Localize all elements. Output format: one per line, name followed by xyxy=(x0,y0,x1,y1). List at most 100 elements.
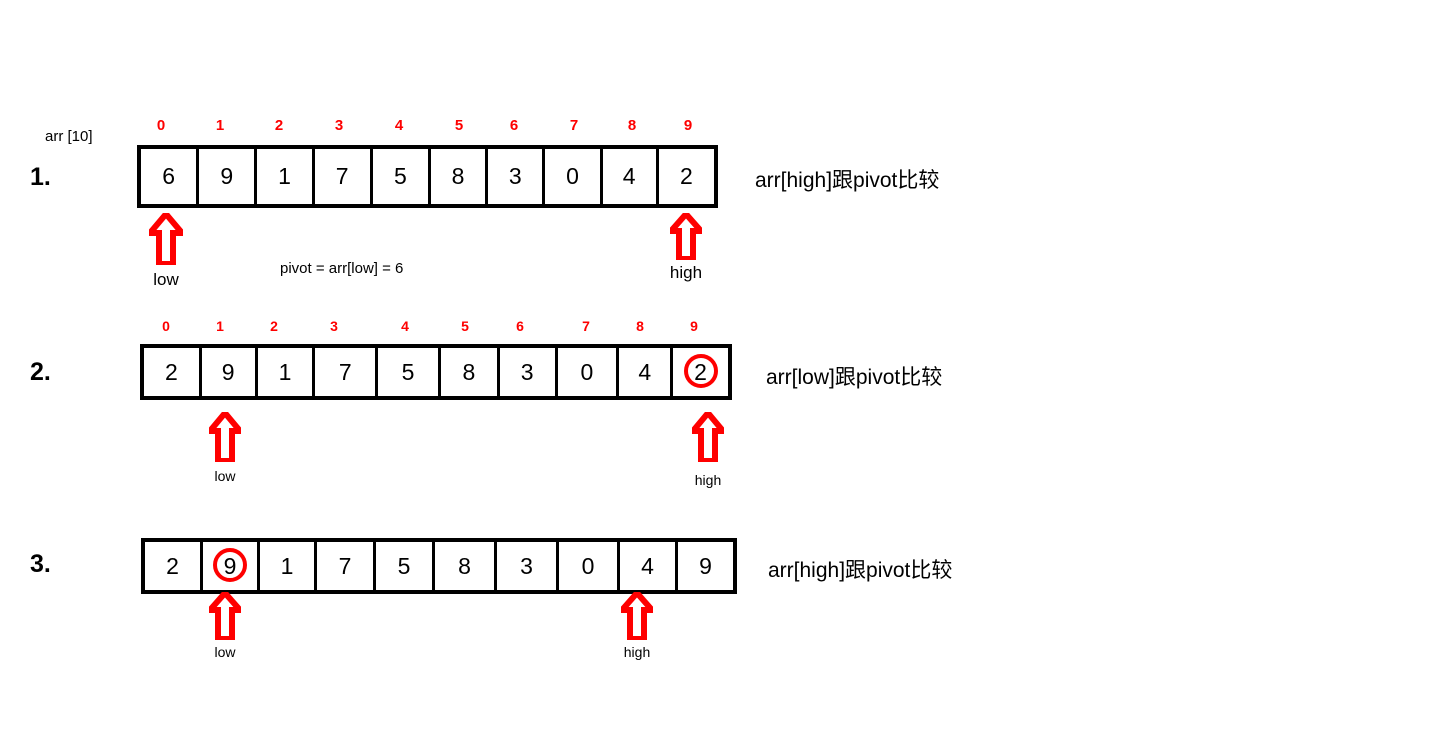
step-1-high-label: high xyxy=(669,263,703,282)
step-1-caption: arr[high]跟pivot比较 xyxy=(755,169,940,192)
array-cell: 9 xyxy=(202,348,258,396)
array-cell: 9 xyxy=(199,149,258,204)
array-declaration-label: arr [10] xyxy=(45,128,93,145)
cell-value: 2 xyxy=(679,163,693,189)
array-cell: 0 xyxy=(545,149,603,204)
index-label-6: 6 xyxy=(516,318,524,334)
index-label-4: 4 xyxy=(394,117,404,134)
cell-value: 8 xyxy=(451,163,465,189)
step-2-low-arrow xyxy=(209,412,241,462)
array-cell: 0 xyxy=(558,348,620,396)
cell-value: 5 xyxy=(401,358,415,385)
array-cell: 8 xyxy=(435,542,497,590)
index-label-7: 7 xyxy=(582,318,590,334)
cell-value: 9 xyxy=(220,163,234,189)
array-cell: 0 xyxy=(559,542,620,590)
index-label-1: 1 xyxy=(216,318,224,334)
array-cell: 5 xyxy=(376,542,435,590)
array-cell: 4 xyxy=(620,542,678,590)
index-label-3: 3 xyxy=(334,117,344,134)
array-cell: 5 xyxy=(378,348,441,396)
step-1-low-label: low xyxy=(153,270,179,289)
index-label-7: 7 xyxy=(569,117,579,134)
array-cell: 2 xyxy=(144,348,202,396)
step-2-low-label: low xyxy=(214,468,236,484)
cell-value: 4 xyxy=(622,163,636,189)
index-label-8: 8 xyxy=(636,318,644,334)
step-3-number: 3. xyxy=(30,550,51,578)
array-cell: 6 xyxy=(141,149,200,204)
array-cell: 1 xyxy=(260,542,317,590)
highlight-circle xyxy=(213,548,247,582)
index-label-8: 8 xyxy=(627,117,637,134)
index-label-6: 6 xyxy=(509,117,519,134)
quicksort-partition-diagram: arr [10] 1. 0 1 2 3 4 5 6 7 8 9 6 9 1 7 … xyxy=(0,0,1434,736)
array-cell: 2 xyxy=(659,149,714,204)
index-label-0: 0 xyxy=(156,117,166,134)
index-label-0: 0 xyxy=(162,318,170,334)
step-1-index-row: 0 1 2 3 4 5 6 7 8 9 xyxy=(137,117,717,137)
cell-value: 1 xyxy=(278,358,292,385)
cell-value: 3 xyxy=(520,552,533,579)
index-label-4: 4 xyxy=(401,318,409,334)
array-cell: 7 xyxy=(317,542,376,590)
array-cell: 3 xyxy=(500,348,558,396)
step-2-index-row: 0 1 2 3 4 5 6 7 8 9 xyxy=(140,318,740,338)
index-label-3: 3 xyxy=(330,318,338,334)
cell-value: 8 xyxy=(462,358,476,385)
step-1-number: 1. xyxy=(30,163,51,191)
cell-value: 6 xyxy=(162,163,175,189)
cell-value: 2 xyxy=(166,552,179,579)
cell-value: 1 xyxy=(278,163,291,189)
array-cell: 1 xyxy=(258,348,316,396)
step-3-caption: arr[high]跟pivot比较 xyxy=(768,559,953,582)
step-3-high-label: high xyxy=(623,644,651,660)
step-2-number: 2. xyxy=(30,358,51,386)
step-1-array: 6 9 1 7 5 8 3 0 4 2 xyxy=(137,145,718,208)
cell-value: 0 xyxy=(580,358,594,385)
array-cell: 2 xyxy=(673,348,728,396)
array-cell: 1 xyxy=(257,149,315,204)
step-2-high-label: high xyxy=(694,472,722,488)
array-cell: 3 xyxy=(488,149,546,204)
index-label-2: 2 xyxy=(270,318,278,334)
step-3-array: 2 9 1 7 5 8 3 0 4 9 xyxy=(141,538,737,594)
array-cell: 9 xyxy=(678,542,733,590)
step-3-low-arrow xyxy=(209,592,241,640)
cell-value: 5 xyxy=(393,163,407,189)
step-1-low-arrow xyxy=(149,213,183,265)
array-cell: 4 xyxy=(619,348,674,396)
cell-value: 7 xyxy=(335,163,349,189)
array-cell: 8 xyxy=(441,348,500,396)
index-label-5: 5 xyxy=(454,117,464,134)
step-2-caption: arr[low]跟pivot比较 xyxy=(766,366,943,389)
array-cell: 7 xyxy=(315,149,373,204)
array-cell: 3 xyxy=(497,542,559,590)
array-cell: 4 xyxy=(603,149,659,204)
step-1-high-arrow xyxy=(670,213,702,260)
cell-value: 7 xyxy=(338,552,352,579)
cell-value: 5 xyxy=(397,552,411,579)
array-cell: 7 xyxy=(315,348,379,396)
cell-value: 0 xyxy=(566,163,579,189)
step-2-array: 2 9 1 7 5 8 3 0 4 2 xyxy=(140,344,732,400)
cell-value: 4 xyxy=(641,552,654,579)
step-3-low-label: low xyxy=(214,644,236,660)
array-cell: 5 xyxy=(373,149,431,204)
cell-value: 0 xyxy=(581,552,595,579)
cell-value: 4 xyxy=(638,358,652,385)
index-label-5: 5 xyxy=(461,318,469,334)
index-label-9: 9 xyxy=(683,117,693,134)
index-label-2: 2 xyxy=(274,117,284,134)
cell-value: 9 xyxy=(221,358,235,385)
step-2-high-arrow xyxy=(692,412,724,462)
array-cell: 2 xyxy=(145,542,203,590)
cell-value: 8 xyxy=(458,552,471,579)
cell-value: 9 xyxy=(699,552,712,579)
cell-value: 7 xyxy=(338,358,352,385)
cell-value: 3 xyxy=(508,163,522,189)
cell-value: 1 xyxy=(280,552,294,579)
step-3-high-arrow xyxy=(621,592,653,640)
cell-value: 3 xyxy=(520,358,534,385)
pivot-note: pivot = arr[low] = 6 xyxy=(280,260,404,277)
